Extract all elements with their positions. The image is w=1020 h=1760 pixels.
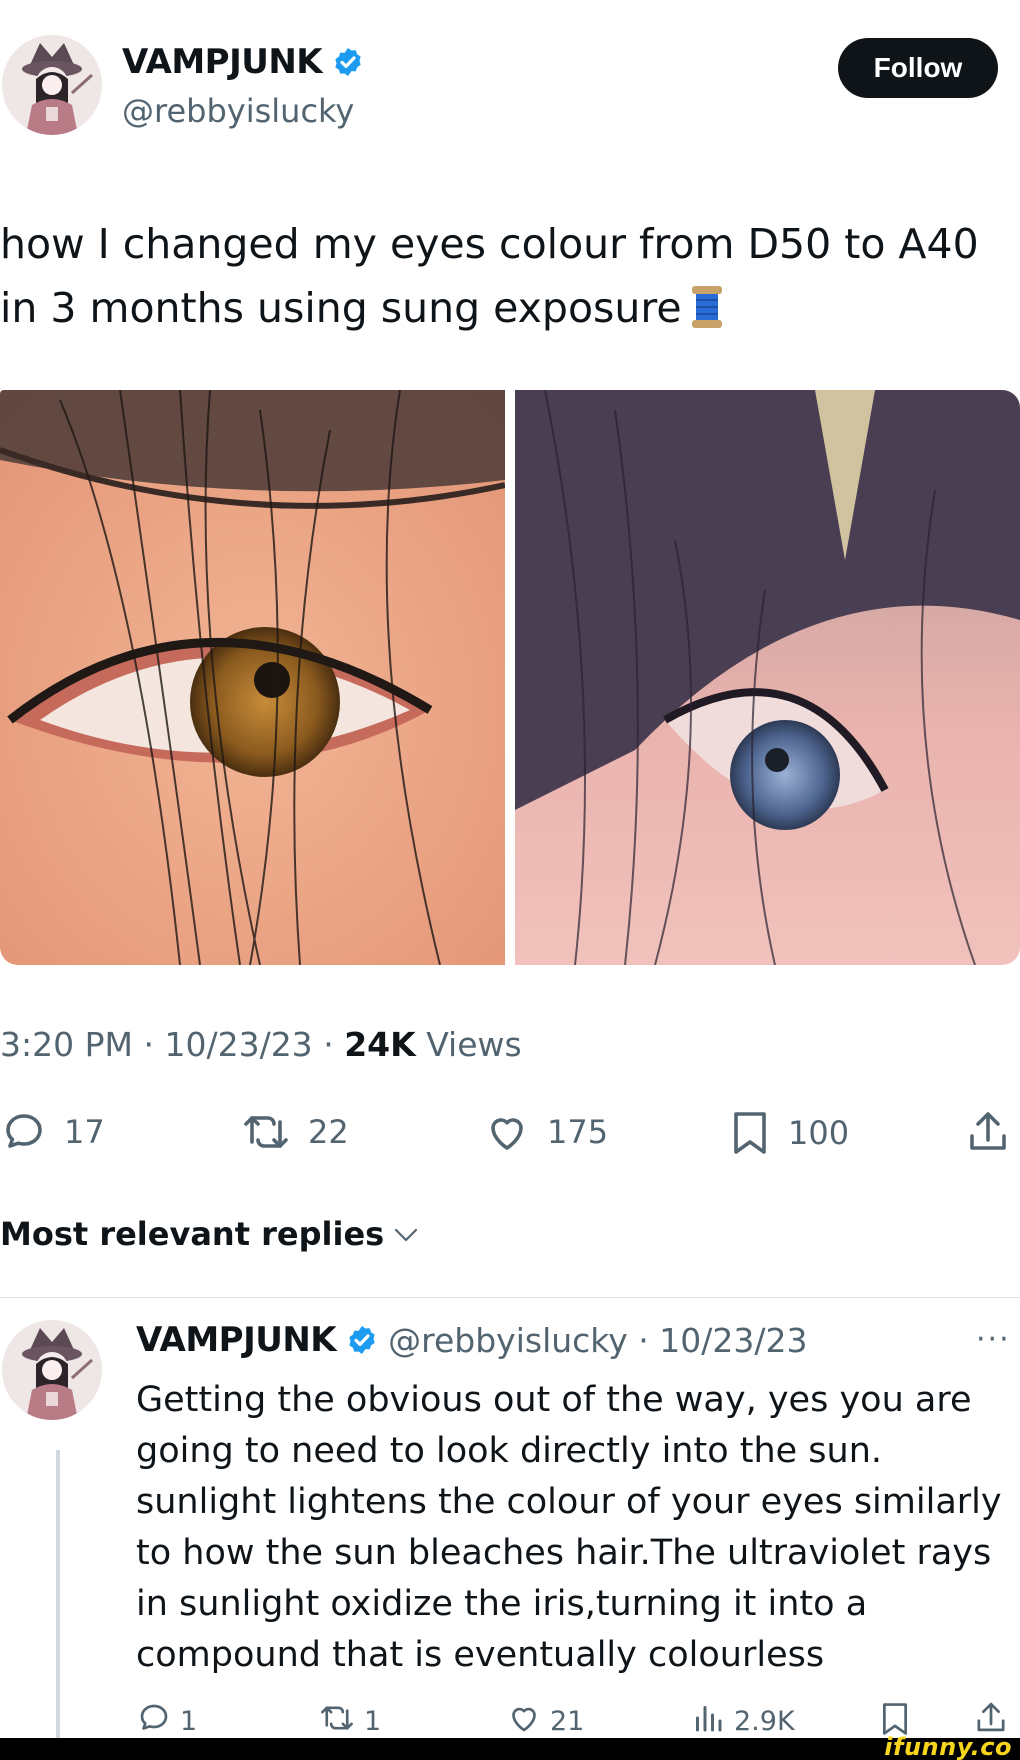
meta-separator: · <box>143 1025 154 1064</box>
spool-icon <box>690 284 724 330</box>
like-icon <box>506 1700 542 1743</box>
tweet-time[interactable]: 3:20 PM <box>0 1025 133 1064</box>
author-name-row: VAMPJUNK <box>122 42 364 82</box>
photo-brown-eye[interactable] <box>0 390 505 965</box>
reply-icon <box>0 1108 48 1156</box>
follow-button[interactable]: Follow <box>838 38 998 98</box>
repost-icon <box>240 1108 292 1156</box>
tweet-meta: 3:20 PM · 10/23/23 · 24K Views <box>0 1025 522 1064</box>
replies-sort-label: Most relevant replies <box>0 1215 385 1253</box>
bookmark-count: 100 <box>788 1114 850 1152</box>
views-icon <box>690 1700 726 1743</box>
reply-count: 17 <box>64 1113 105 1151</box>
reply-views-button[interactable]: 2.9K <box>690 1700 795 1743</box>
reply-handle-date[interactable]: @rebbyislucky · 10/23/23 <box>388 1321 807 1360</box>
repost-count: 22 <box>308 1113 349 1151</box>
tweet-text: how I changed my eyes colour from D50 to… <box>0 212 1010 340</box>
reply-icon <box>136 1700 172 1743</box>
reply-avatar[interactable] <box>2 1320 102 1420</box>
reply-reply-button[interactable]: 1 <box>136 1700 197 1743</box>
tweet-date[interactable]: 10/23/23 <box>164 1025 312 1064</box>
photo-blue-eye[interactable] <box>515 390 1020 965</box>
watermark-bar <box>0 1738 1020 1760</box>
reply-like-count: 21 <box>550 1706 585 1737</box>
reply-author-name[interactable]: VAMPJUNK <box>136 1320 337 1360</box>
section-divider <box>0 1297 1020 1298</box>
reply-button[interactable]: 17 <box>0 1108 105 1156</box>
author-name[interactable]: VAMPJUNK <box>122 42 323 82</box>
reply-repost-count: 1 <box>364 1706 382 1737</box>
replies-sort-dropdown[interactable]: Most relevant replies <box>0 1215 420 1253</box>
like-button[interactable]: 175 <box>483 1108 608 1156</box>
reply-header: VAMPJUNK @rebbyislucky · 10/23/23 <box>136 1320 807 1360</box>
thread-line <box>56 1450 60 1740</box>
reply-reply-count: 1 <box>180 1706 198 1737</box>
reply-views-count: 2.9K <box>734 1706 795 1737</box>
author-handle[interactable]: @rebbyislucky <box>122 92 354 130</box>
views-count: 24K <box>344 1025 416 1064</box>
reply-like-button[interactable]: 21 <box>506 1700 584 1743</box>
verified-icon <box>332 46 364 78</box>
chevron-down-icon <box>392 1215 420 1253</box>
meta-separator: · <box>323 1025 334 1064</box>
ifunny-watermark: ifunny.co <box>884 1733 1012 1760</box>
bookmark-button[interactable]: 100 <box>728 1108 849 1158</box>
more-options-button[interactable]: ··· <box>976 1322 1011 1357</box>
views-label: Views <box>426 1025 522 1064</box>
like-icon <box>483 1108 531 1156</box>
repost-icon <box>318 1700 356 1743</box>
verified-icon <box>346 1324 378 1356</box>
share-button[interactable] <box>966 1106 1010 1156</box>
author-avatar[interactable] <box>2 35 102 135</box>
reply-repost-button[interactable]: 1 <box>318 1700 381 1743</box>
repost-button[interactable]: 22 <box>240 1108 349 1156</box>
reply-text: Getting the obvious out of the way, yes … <box>136 1380 1002 1675</box>
bookmark-icon <box>728 1108 772 1158</box>
like-count: 175 <box>547 1113 609 1151</box>
tweet-body: how I changed my eyes colour from D50 to… <box>0 220 979 332</box>
share-icon <box>966 1106 1010 1156</box>
